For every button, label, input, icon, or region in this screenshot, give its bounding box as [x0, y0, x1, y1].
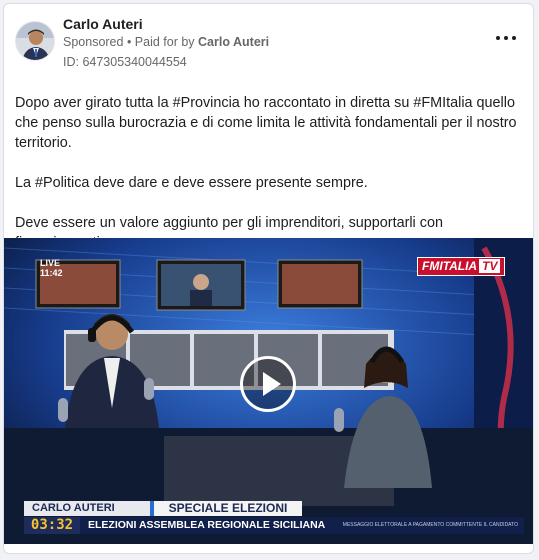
video-player[interactable]: LIVE 11:42 FMITALIA TV CARLO AUTERI SPECI…: [4, 238, 533, 544]
lower-third-name: CARLO AUTERI: [24, 501, 150, 516]
post-paragraph: Dopo aver girato tutta la #Provincia ho …: [15, 95, 517, 151]
ad-card: Carlo Auteri Sponsored • Paid for by Car…: [3, 3, 534, 554]
paid-for-name[interactable]: Carlo Auteri: [198, 35, 269, 49]
lower-third-time: 03:32: [24, 517, 80, 534]
advertiser-name[interactable]: Carlo Auteri: [63, 16, 143, 32]
ad-id: ID: 647305340044554: [63, 55, 187, 69]
live-indicator: LIVE 11:42: [40, 258, 63, 278]
lower-third-title: ELEZIONI ASSEMBLEA REGIONALE SICILIANA: [88, 519, 326, 531]
channel-logo-tv: TV: [479, 259, 501, 273]
lower-third-tag: SPECIALE ELEZIONI: [150, 501, 302, 516]
post-paragraph: La #Politica deve dare e deve essere pre…: [15, 175, 368, 191]
live-label: LIVE: [40, 258, 61, 268]
channel-logo: FMITALIA TV: [417, 257, 506, 276]
paid-for-prefix: • Paid for by: [123, 35, 199, 49]
lower-third: CARLO AUTERI SPECIALE ELEZIONI 03:32 ELE…: [24, 501, 524, 534]
play-icon[interactable]: [240, 356, 296, 412]
avatar[interactable]: [15, 21, 55, 61]
live-time: 11:42: [40, 268, 63, 278]
channel-logo-text: FMITALIA: [422, 259, 478, 273]
post-text: Dopo aver girato tutta la #Provincia ho …: [15, 93, 527, 253]
more-options-icon[interactable]: [494, 28, 518, 48]
sponsored-line: Sponsored • Paid for by Carlo Auteri: [63, 35, 269, 49]
sponsored-label: Sponsored: [63, 35, 124, 49]
lower-third-disclaimer: MESSAGGIO ELETTORALE A PAGAMENTO COMMITT…: [342, 522, 518, 528]
lower-third-title-bar: ELEZIONI ASSEMBLEA REGIONALE SICILIANA M…: [80, 517, 524, 534]
